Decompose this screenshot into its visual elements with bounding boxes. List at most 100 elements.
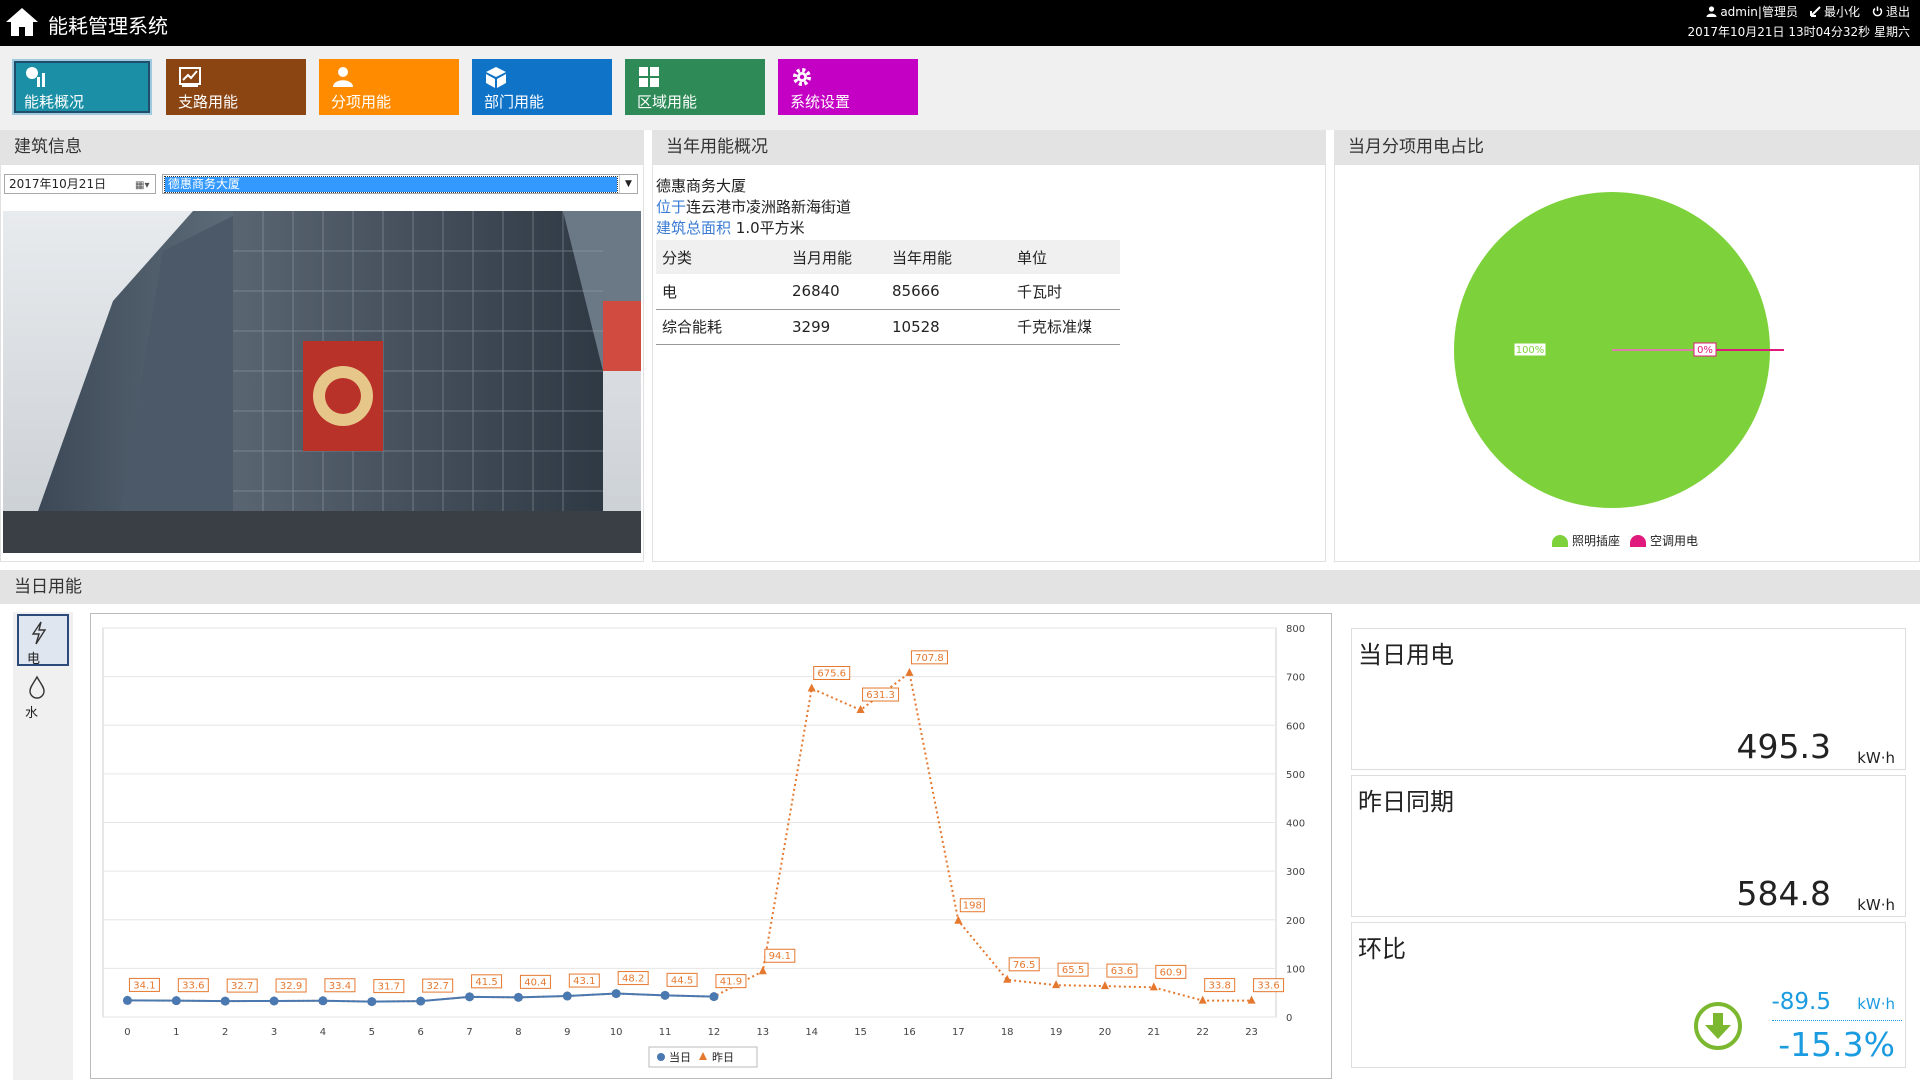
nav-label: 分项用能 (331, 93, 392, 111)
legend-swatch (1630, 534, 1646, 547)
legend-label-today: 当日 (669, 1050, 691, 1064)
logout-link[interactable]: 退出 (1872, 3, 1910, 20)
y-tick-label: 600 (1286, 721, 1305, 732)
module-nav: 能耗概况 支路用能 分项用能 部门用能 区域用能 系统设置 (0, 46, 1920, 130)
calendar-icon[interactable]: ▦▾ (135, 177, 151, 191)
building-select-value: 德惠商务大厦 (164, 176, 618, 193)
column-header: 当年用能 (886, 240, 1011, 274)
nav-area-energy[interactable]: 区域用能 (625, 59, 765, 115)
data-label: 32.7 (231, 981, 253, 992)
nav-label: 支路用能 (178, 93, 239, 111)
data-label: 32.7 (427, 981, 449, 992)
daily-energy-header: 当日用能 (0, 570, 1920, 604)
table-cell: 10528 (886, 309, 1011, 345)
x-tick-label: 11 (659, 1027, 672, 1038)
date-picker[interactable]: 2017年10月21日 ▦▾ (4, 174, 156, 194)
data-label: 44.5 (671, 975, 693, 986)
data-label: 65.5 (1062, 965, 1084, 976)
data-point-today (171, 996, 181, 1006)
location-label: 位于 (656, 198, 687, 216)
data-label: 33.6 (1257, 981, 1279, 992)
data-label: 198 (963, 901, 982, 912)
legend-label: 照明插座 (1572, 534, 1621, 548)
chevron-down-icon[interactable]: ▼ (619, 175, 637, 193)
x-tick-label: 2 (222, 1027, 228, 1038)
nav-department-energy[interactable]: 部门用能 (472, 59, 612, 115)
data-point-today (318, 996, 328, 1006)
date-value: 2017年10月21日 (9, 177, 107, 191)
nav-energy-overview[interactable]: 能耗概况 (12, 59, 152, 115)
data-label: 94.1 (769, 951, 791, 962)
data-point-today (220, 996, 230, 1006)
person-icon (333, 67, 353, 87)
x-tick-label: 18 (1001, 1027, 1014, 1038)
x-tick-label: 7 (466, 1027, 472, 1038)
kpi-ring-card: 环比 -89.5 kW·h -15.3% (1351, 922, 1906, 1068)
grid-icon (639, 67, 659, 87)
building-name: 德惠商务大厦 (656, 177, 747, 195)
tab-electricity[interactable]: 电 (17, 614, 69, 667)
y-tick-label: 700 (1286, 673, 1305, 684)
kpi-yesterday-card: 昨日同期 584.8 kW·h (1351, 775, 1906, 917)
table-cell: 3299 (786, 309, 886, 345)
tab-label: 电 (27, 652, 41, 667)
building-location: 位于连云港市凌洲路新海街道 (656, 196, 851, 217)
x-tick-label: 23 (1245, 1027, 1258, 1038)
pie-label: 0% (1697, 345, 1713, 356)
cube-icon (486, 67, 506, 88)
nav-label: 部门用能 (484, 93, 545, 111)
y-tick-label: 400 (1286, 819, 1305, 830)
ring-diff-value: -89.5 (1771, 989, 1831, 1015)
data-point-today (611, 989, 621, 999)
nav-label: 能耗概况 (24, 93, 85, 111)
daily-line-chart-panel: 0 100 200 300 400 500 600 700 800 0 1 2 3 4 5 6 7 8 9 10 11 1… (90, 613, 1332, 1079)
kpi-title: 当日用电 (1358, 641, 1454, 669)
data-label: 60.9 (1160, 967, 1182, 978)
minimize-link[interactable]: 最小化 (1809, 3, 1860, 20)
building-select[interactable]: 德惠商务大厦 ▼ (162, 174, 638, 194)
x-tick-label: 5 (369, 1027, 375, 1038)
user-links: admin|管理员 最小化 退出 (1706, 3, 1910, 20)
y-tick-label: 0 (1286, 1013, 1292, 1024)
tab-label: 水 (25, 706, 39, 721)
x-tick-label: 20 (1099, 1027, 1112, 1038)
x-tick-label: 8 (515, 1027, 521, 1038)
nav-branch-energy[interactable]: 支路用能 (166, 59, 306, 115)
location-value: 连云港市凌洲路新海街道 (686, 198, 852, 216)
x-tick-label: 21 (1147, 1027, 1160, 1038)
x-tick-label: 4 (320, 1027, 326, 1038)
table-cell: 85666 (886, 274, 1011, 310)
data-point-today (465, 992, 475, 1002)
building-area: 建筑总面积 1.0平方米 (656, 217, 805, 238)
x-tick-label: 14 (805, 1027, 818, 1038)
x-tick-label: 10 (610, 1027, 623, 1038)
data-point-today (367, 997, 377, 1007)
x-tick-label: 19 (1050, 1027, 1063, 1038)
user-icon (1706, 6, 1717, 17)
kpi-title: 昨日同期 (1358, 788, 1454, 816)
pie-legend-item[interactable]: 照明插座 (1552, 532, 1620, 549)
nav-item-energy[interactable]: 分项用能 (319, 59, 459, 115)
app-title: 能耗管理系统 (48, 14, 168, 38)
top-bar: 能耗管理系统 admin|管理员 最小化 退出 2017年10月21日 13时0… (0, 0, 1920, 46)
user-account-link[interactable]: admin|管理员 (1706, 3, 1798, 20)
kpi-today-card: 当日用电 495.3 kW·h (1351, 628, 1906, 770)
data-point-today (416, 996, 426, 1006)
x-tick-label: 3 (271, 1027, 277, 1038)
ring-divider (1772, 1020, 1902, 1021)
nav-system-settings[interactable]: 系统设置 (778, 59, 918, 115)
column-header: 当月用能 (786, 240, 886, 274)
x-tick-label: 22 (1196, 1027, 1209, 1038)
data-point-today (269, 996, 279, 1006)
home-icon[interactable] (4, 6, 40, 38)
down-arrow-icon (1694, 1002, 1742, 1050)
building-photo (3, 211, 641, 553)
data-label: 31.7 (378, 982, 400, 993)
current-datetime: 2017年10月21日 13时04分32秒 星期六 (1687, 25, 1910, 39)
y-tick-label: 500 (1286, 770, 1305, 781)
pie-legend-item[interactable]: 空调用电 (1630, 532, 1698, 549)
tab-water[interactable]: 水 (17, 670, 69, 722)
x-tick-label: 13 (756, 1027, 769, 1038)
building-info-header: 建筑信息 (0, 130, 644, 164)
data-label: 76.5 (1013, 960, 1035, 971)
